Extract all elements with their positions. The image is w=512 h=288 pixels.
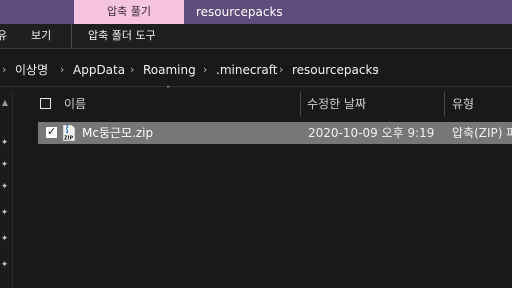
breadcrumb-roaming[interactable]: Roaming [143, 56, 196, 84]
breadcrumb-user[interactable]: 이상명 [15, 56, 48, 84]
window-title: resourcepacks [196, 5, 283, 19]
file-name[interactable]: Mc둥근모.zip [82, 122, 153, 144]
tab-compressed-folder-tools[interactable]: 압축 폴더 도구 [88, 24, 178, 48]
pin-icon: ✦ [0, 182, 9, 192]
column-divider[interactable] [300, 92, 301, 116]
tab-extract[interactable]: 압축 풀기 [74, 0, 184, 24]
tab-share[interactable]: 유 [0, 24, 11, 48]
checkmark-icon: ✓ [47, 125, 57, 138]
column-header: 이름 수정한 날짜 유형 [28, 90, 512, 118]
breadcrumb-resourcepacks[interactable]: resourcepacks [292, 56, 379, 84]
svg-text:ZIP: ZIP [64, 136, 73, 142]
column-name[interactable]: 이름 [64, 90, 86, 118]
chevron-right-icon: › [2, 63, 7, 76]
column-divider[interactable] [444, 92, 445, 116]
ribbon-tabs: 유 보기 압축 폴더 도구 [0, 24, 512, 48]
file-date: 2020-10-09 오후 9:19 [308, 126, 435, 140]
chevron-right-icon[interactable]: › [375, 56, 379, 84]
file-type: 압축(ZIP) 파 [452, 126, 512, 140]
pin-icon: ✦ [0, 260, 9, 270]
ribbon-divider [0, 48, 512, 49]
column-date[interactable]: 수정한 날짜 [307, 90, 366, 118]
breadcrumb-appdata[interactable]: AppData [73, 56, 125, 84]
tab-view[interactable]: 보기 [31, 24, 72, 48]
address-divider [0, 86, 512, 87]
pin-icon: ✦ [0, 138, 9, 148]
zip-folder-icon: ZIP [62, 124, 76, 142]
pin-icon: ✦ [0, 160, 9, 170]
chevron-right-icon: › [130, 63, 135, 76]
chevron-right-icon: › [60, 63, 65, 76]
breadcrumb[interactable]: › 이상명 › AppData › Roaming › .minecraft ›… [0, 56, 512, 84]
breadcrumb-minecraft[interactable]: .minecraft [216, 56, 277, 84]
scroll-up-icon[interactable]: ▲ [0, 98, 10, 108]
title-bar: 압축 풀기 resourcepacks [0, 0, 512, 24]
column-type[interactable]: 유형 [452, 90, 474, 118]
file-row[interactable]: ✓ ZIP Mc둥근모.zip 2020-10-09 오후 9:19 압축(ZI… [38, 122, 512, 144]
chevron-right-icon: › [203, 63, 208, 76]
pin-icon: ✦ [0, 234, 9, 244]
chevron-right-icon: › [279, 63, 284, 76]
pin-icon: ✦ [0, 208, 9, 218]
select-all-checkbox[interactable] [40, 98, 51, 109]
